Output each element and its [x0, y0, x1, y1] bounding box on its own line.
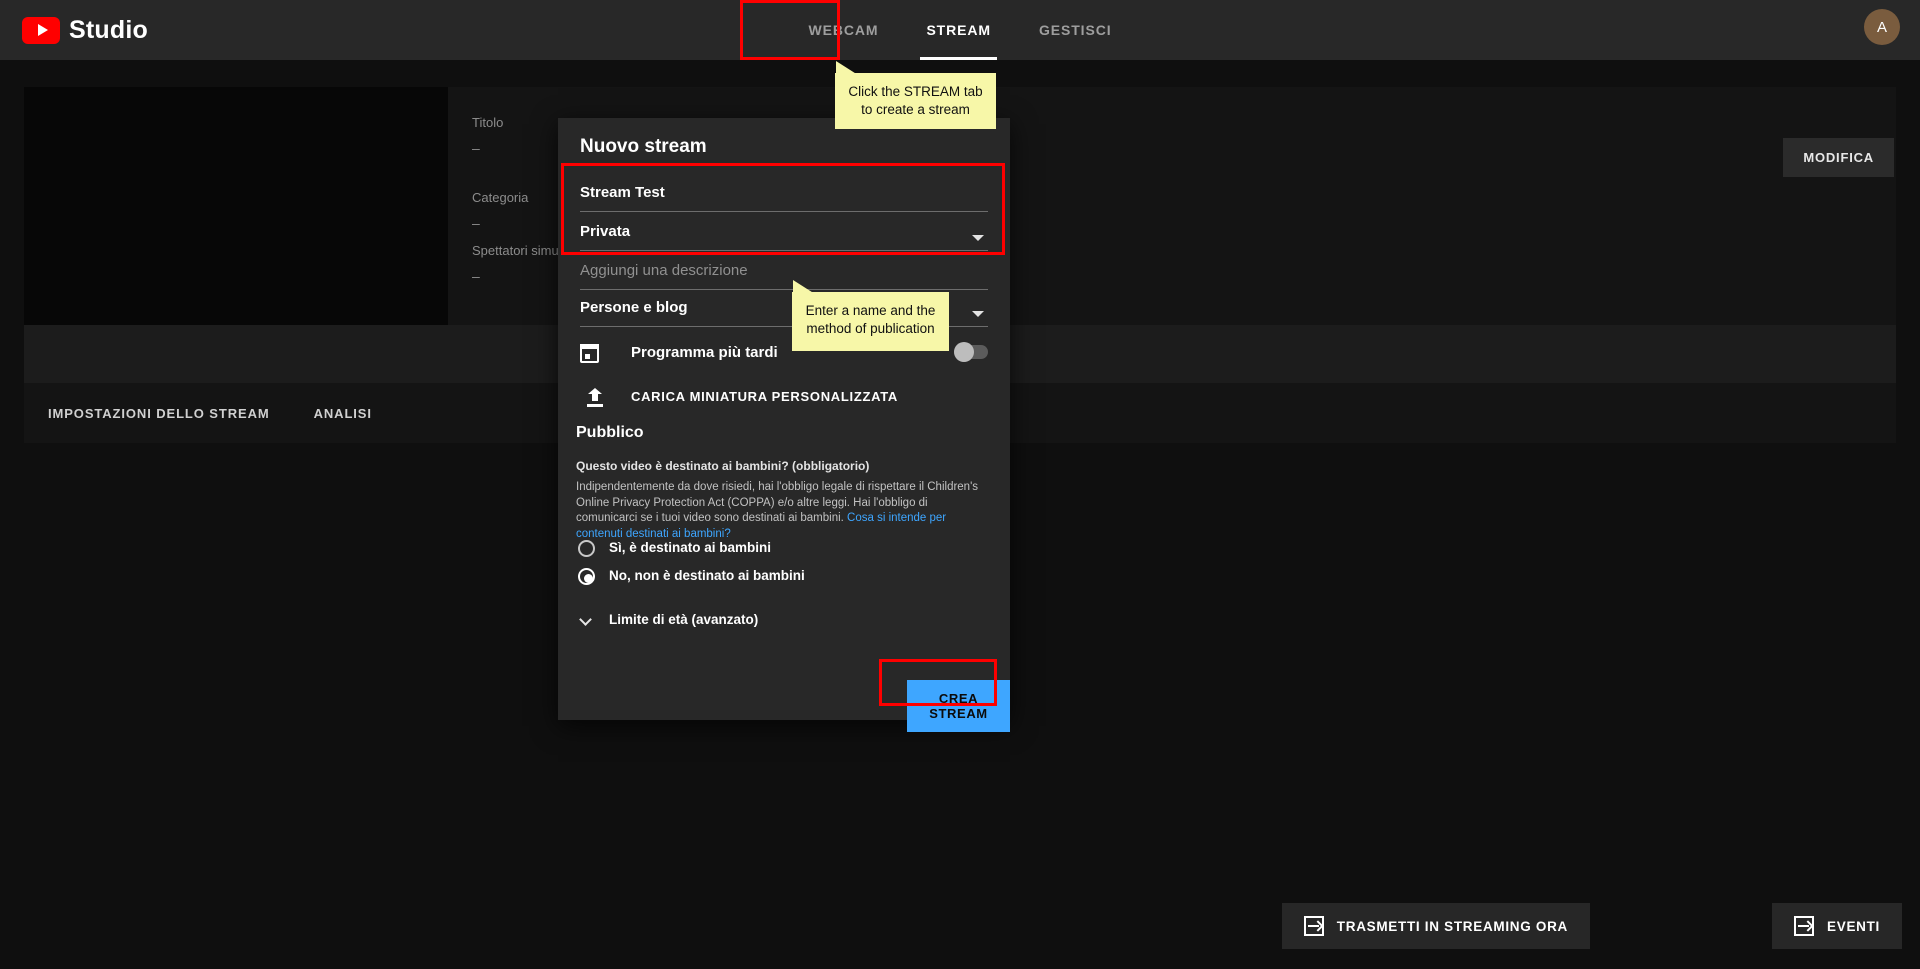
- dialog-title: Nuovo stream: [580, 136, 707, 158]
- stream-title-input[interactable]: Stream Test: [580, 184, 988, 212]
- events-label: EVENTI: [1827, 919, 1880, 934]
- avatar-initial: A: [1877, 19, 1887, 36]
- subtab-analytics[interactable]: ANALISI: [292, 383, 394, 443]
- tab-stream-label: STREAM: [926, 22, 991, 38]
- radio-icon: [578, 540, 595, 557]
- new-stream-dialog: Nuovo stream Stream Test Privata Aggiung…: [558, 118, 1010, 720]
- coppa-description: Indipendentemente da dove risiedi, hai l…: [576, 480, 980, 542]
- avatar[interactable]: A: [1864, 9, 1900, 45]
- callout-tail: [836, 61, 858, 75]
- events-icon: [1794, 916, 1814, 936]
- radio-yes-label: Sì, è destinato ai bambini: [609, 540, 771, 555]
- public-section-heading: Pubblico: [576, 424, 644, 442]
- upload-thumbnail-button[interactable]: CARICA MINIATURA PERSONALIZZATA: [580, 386, 988, 414]
- stream-now-button[interactable]: TRASMETTI IN STREAMING ORA: [1282, 903, 1590, 949]
- radio-no-label: No, non è destinato ai bambini: [609, 568, 805, 583]
- privacy-value: Privata: [580, 223, 630, 240]
- age-limit-label: Limite di età (avanzato): [609, 612, 758, 627]
- radio-icon-selected: [578, 568, 595, 585]
- chevron-down-icon: [972, 311, 984, 317]
- info-title-label: Titolo: [472, 115, 503, 130]
- create-stream-button[interactable]: CREA STREAM: [907, 680, 1010, 732]
- tab-webcam[interactable]: WEBCAM: [784, 0, 902, 60]
- category-value: Persone e blog: [580, 299, 688, 316]
- schedule-later-label: Programma più tardi: [631, 344, 778, 361]
- info-category-label: Categoria: [472, 190, 528, 205]
- callout-enter-name: Enter a name and the method of publicati…: [792, 292, 949, 351]
- edit-button[interactable]: MODIFICA: [1783, 138, 1894, 177]
- go-live-icon: [1304, 916, 1324, 936]
- upload-icon: [586, 388, 604, 408]
- info-category-value: –: [472, 215, 480, 231]
- privacy-select[interactable]: Privata: [580, 223, 988, 251]
- stream-title-value: Stream Test: [580, 184, 665, 201]
- tab-gestisci[interactable]: GESTISCI: [1015, 0, 1136, 60]
- callout-stream-tab: Click the STREAM tab to create a stream: [835, 73, 996, 129]
- description-input[interactable]: Aggiungi una descrizione: [580, 262, 988, 290]
- upload-thumbnail-label: CARICA MINIATURA PERSONALIZZATA: [631, 389, 898, 404]
- stream-preview-panel: [24, 87, 448, 325]
- radio-made-for-kids-yes[interactable]: Sì, è destinato ai bambini: [578, 538, 978, 562]
- info-title-value: –: [472, 140, 480, 156]
- age-limit-expander[interactable]: Limite di età (avanzato): [578, 610, 978, 634]
- tab-gestisci-label: GESTISCI: [1039, 22, 1112, 38]
- callout-tail: [793, 280, 815, 294]
- stream-now-label: TRASMETTI IN STREAMING ORA: [1337, 919, 1568, 934]
- coppa-question: Questo video è destinato ai bambini? (ob…: [576, 459, 988, 473]
- radio-made-for-kids-no[interactable]: No, non è destinato ai bambini: [578, 566, 978, 590]
- tab-stream[interactable]: STREAM: [902, 0, 1015, 60]
- subtab-stream-settings[interactable]: IMPOSTAZIONI DELLO STREAM: [26, 383, 292, 443]
- info-viewers-value: –: [472, 268, 480, 284]
- chevron-down-icon: [579, 613, 592, 626]
- bottom-action-bar: TRASMETTI IN STREAMING ORA EVENTI: [0, 890, 1920, 969]
- top-nav-tabs: WEBCAM STREAM GESTISCI: [0, 0, 1920, 60]
- tab-webcam-label: WEBCAM: [808, 22, 878, 38]
- events-button[interactable]: EVENTI: [1772, 903, 1902, 949]
- description-placeholder: Aggiungi una descrizione: [580, 262, 748, 279]
- chevron-down-icon: [972, 235, 984, 241]
- schedule-later-toggle[interactable]: [954, 345, 988, 359]
- calendar-icon: [580, 344, 599, 363]
